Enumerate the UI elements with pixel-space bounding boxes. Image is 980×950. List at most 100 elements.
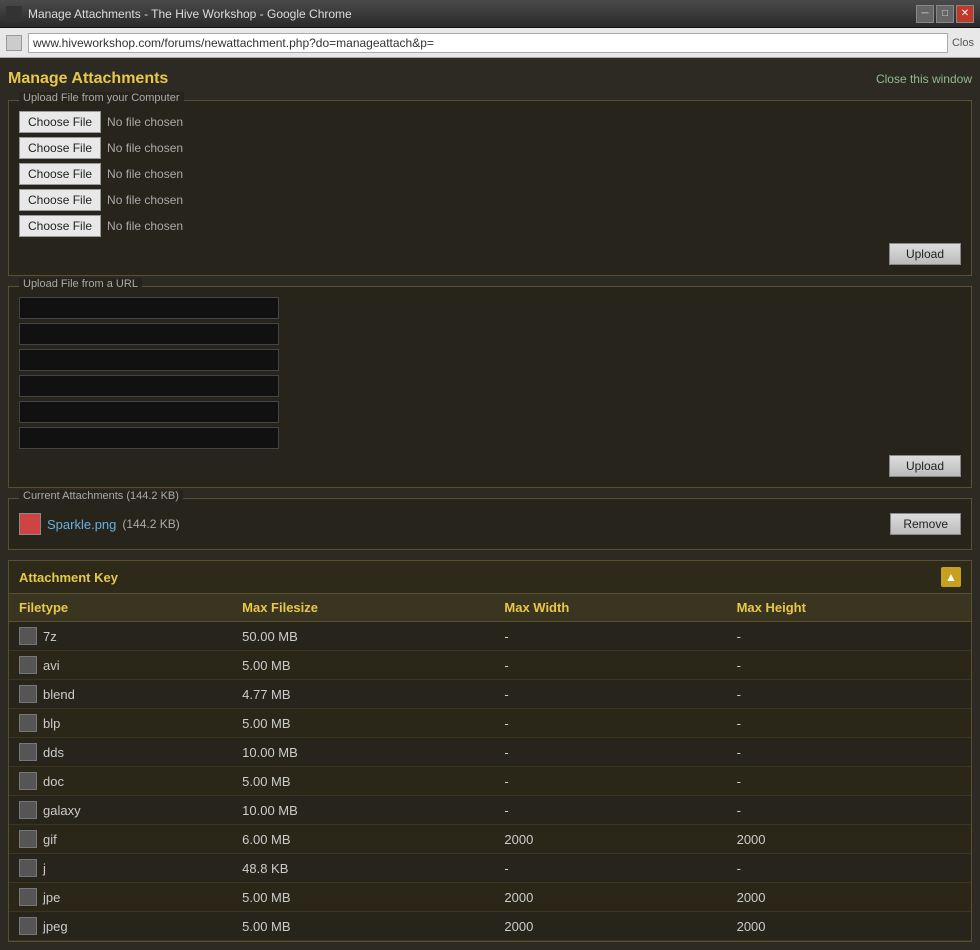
table-row: blp 5.00 MB - - <box>9 709 971 738</box>
page-icon <box>6 35 22 51</box>
current-attachments-section: Current Attachments (144.2 KB) Sparkle.p… <box>8 498 972 550</box>
attachment-key-header: Attachment Key ▲ <box>9 561 971 594</box>
filetype-cell: gif <box>9 825 232 854</box>
width-cell: - <box>494 622 726 651</box>
window-controls: ─ □ ✕ <box>916 5 974 23</box>
height-cell: - <box>727 709 971 738</box>
attachment-item: Sparkle.png (144.2 KB) Remove <box>19 509 961 539</box>
attachment-size-0: (144.2 KB) <box>122 517 179 531</box>
filetype-icon <box>19 627 37 645</box>
close-tab-label[interactable]: Clos <box>952 37 974 49</box>
height-cell: - <box>727 854 971 883</box>
choose-file-button-1[interactable]: Choose File <box>19 137 101 159</box>
current-attachments-legend: Current Attachments (144.2 KB) <box>19 490 183 502</box>
file-rows-container: Choose File No file chosen Choose File N… <box>19 111 961 237</box>
filesize-cell: 48.8 KB <box>232 854 494 883</box>
width-cell: - <box>494 709 726 738</box>
maximize-button[interactable]: □ <box>936 5 954 23</box>
width-cell: - <box>494 767 726 796</box>
filetype-cell: galaxy <box>9 796 232 825</box>
remove-attachment-button-0[interactable]: Remove <box>890 513 961 535</box>
height-cell: 2000 <box>727 825 971 854</box>
col-filetype: Filetype <box>9 594 232 622</box>
url-input-2[interactable] <box>19 349 279 371</box>
page-header: Manage Attachments Close this window <box>8 66 972 92</box>
minimize-button[interactable]: ─ <box>916 5 934 23</box>
table-row: gif 6.00 MB 2000 2000 <box>9 825 971 854</box>
filetype-icon <box>19 772 37 790</box>
filetype-icon <box>19 859 37 877</box>
address-bar: Clos <box>0 28 980 58</box>
upload-computer-btn-row: Upload <box>19 243 961 265</box>
close-window-button[interactable]: ✕ <box>956 5 974 23</box>
table-row: blend 4.77 MB - - <box>9 680 971 709</box>
attachment-info: Sparkle.png (144.2 KB) <box>19 513 180 535</box>
filetype-icon <box>19 743 37 761</box>
choose-file-button-0[interactable]: Choose File <box>19 111 101 133</box>
url-input-3[interactable] <box>19 375 279 397</box>
upload-computer-legend: Upload File from your Computer <box>19 92 184 104</box>
filesize-cell: 50.00 MB <box>232 622 494 651</box>
width-cell: 2000 <box>494 825 726 854</box>
url-input-0[interactable] <box>19 297 279 319</box>
filesize-cell: 6.00 MB <box>232 825 494 854</box>
choose-file-button-2[interactable]: Choose File <box>19 163 101 185</box>
choose-file-button-4[interactable]: Choose File <box>19 215 101 237</box>
upload-computer-button[interactable]: Upload <box>889 243 961 265</box>
file-status-4: No file chosen <box>107 219 183 233</box>
url-input-1[interactable] <box>19 323 279 345</box>
height-cell: - <box>727 738 971 767</box>
window-title: Manage Attachments - The Hive Workshop -… <box>28 7 916 21</box>
attachment-key-table: Filetype Max Filesize Max Width Max Heig… <box>9 594 971 941</box>
filetype-cell: jpeg <box>9 912 232 941</box>
height-cell: - <box>727 680 971 709</box>
attachment-file-icon <box>19 513 41 535</box>
table-row: jpe 5.00 MB 2000 2000 <box>9 883 971 912</box>
choose-file-button-3[interactable]: Choose File <box>19 189 101 211</box>
close-window-link[interactable]: Close this window <box>876 72 972 86</box>
table-row: 7z 50.00 MB - - <box>9 622 971 651</box>
url-input-5[interactable] <box>19 427 279 449</box>
url-input-4[interactable] <box>19 401 279 423</box>
filesize-cell: 10.00 MB <box>232 738 494 767</box>
height-cell: 2000 <box>727 912 971 941</box>
filetype-icon <box>19 830 37 848</box>
filetype-icon <box>19 917 37 935</box>
height-cell: 2000 <box>727 883 971 912</box>
file-status-2: No file chosen <box>107 167 183 181</box>
filetype-cell: j <box>9 854 232 883</box>
address-input[interactable] <box>28 33 948 53</box>
filetype-cell: dds <box>9 738 232 767</box>
width-cell: - <box>494 796 726 825</box>
attachment-link-0[interactable]: Sparkle.png <box>47 517 116 532</box>
attachment-key-icon: ▲ <box>941 567 961 587</box>
width-cell: 2000 <box>494 883 726 912</box>
width-cell: 2000 <box>494 912 726 941</box>
upload-url-legend: Upload File from a URL <box>19 278 142 290</box>
filetype-cell: 7z <box>9 622 232 651</box>
col-max-height: Max Height <box>727 594 971 622</box>
width-cell: - <box>494 680 726 709</box>
width-cell: - <box>494 651 726 680</box>
file-upload-row: Choose File No file chosen <box>19 215 961 237</box>
title-bar: Manage Attachments - The Hive Workshop -… <box>0 0 980 28</box>
file-status-3: No file chosen <box>107 193 183 207</box>
file-upload-row: Choose File No file chosen <box>19 137 961 159</box>
filetype-cell: avi <box>9 651 232 680</box>
upload-computer-section: Upload File from your Computer Choose Fi… <box>8 100 972 276</box>
filesize-cell: 5.00 MB <box>232 709 494 738</box>
page-title: Manage Attachments <box>8 70 168 88</box>
filetype-cell: doc <box>9 767 232 796</box>
filesize-cell: 5.00 MB <box>232 883 494 912</box>
table-row: galaxy 10.00 MB - - <box>9 796 971 825</box>
upload-url-button[interactable]: Upload <box>889 455 961 477</box>
width-cell: - <box>494 854 726 883</box>
table-row: avi 5.00 MB - - <box>9 651 971 680</box>
upload-url-btn-row: Upload <box>19 455 961 477</box>
height-cell: - <box>727 767 971 796</box>
filesize-cell: 4.77 MB <box>232 680 494 709</box>
width-cell: - <box>494 738 726 767</box>
filetype-icon <box>19 685 37 703</box>
attachment-key-title: Attachment Key <box>19 570 118 585</box>
filesize-cell: 5.00 MB <box>232 651 494 680</box>
